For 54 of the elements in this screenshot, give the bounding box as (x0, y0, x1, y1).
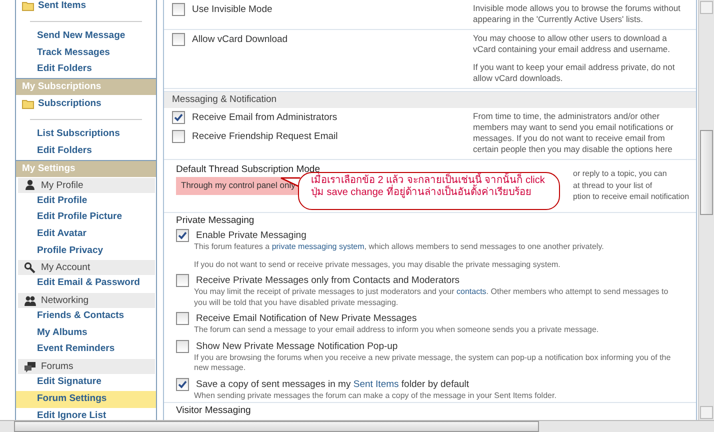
option-label: Allow vCard Download (192, 33, 288, 46)
option-description: ption to receive email notification (573, 191, 690, 202)
sidebar-item[interactable]: Forum Settings (16, 390, 156, 408)
checkbox[interactable] (176, 312, 189, 325)
folder-icon (22, 1, 34, 11)
sidebar-header: My Subscriptions (16, 78, 156, 96)
option-label: Enable Private Messaging (196, 229, 306, 242)
person-icon (24, 179, 36, 192)
option-description: If you want to keep your email address private, do not allow vCard downloads. (473, 62, 676, 84)
checkbox[interactable] (172, 130, 185, 143)
option-description: The forum can send a message to your email address to inform you when someone sends you a private message. (194, 325, 600, 336)
option-label: Use Invisible Mode (192, 3, 272, 16)
option-description: You may limit the receipt of private messages to just moderators and your contacts. Other members who attempt to send messages to you will be told that you have disabled private messaging. (194, 287, 670, 308)
fieldset-legend: Visitor Messaging (176, 404, 251, 417)
link[interactable]: private messaging system (272, 242, 364, 251)
option-description: When sending private messages the forum can make a copy of the message in your Sent Items folder. (194, 390, 558, 401)
chat-icon (24, 360, 36, 373)
option-description: or reply to a topic, you can (573, 168, 668, 180)
sidebar-item[interactable]: Sent Items (38, 0, 86, 12)
horizontal-scrollbar[interactable] (0, 420, 714, 432)
option-description: You may choose to allow other users to download a vCard containing your email address and username. (473, 33, 672, 55)
option-description: If you do not want to send or receive private messages, you may disable the private messaging system. (194, 260, 562, 270)
magnifier-icon (24, 262, 36, 274)
people-icon (24, 294, 36, 307)
checkbox[interactable] (176, 274, 189, 287)
option-label: Show New Private Message Notification Pop-up (196, 340, 398, 352)
option-label: Receive Private Messages only from Contacts and Moderators (196, 274, 460, 287)
checkbox[interactable] (176, 229, 189, 242)
section-header: Messaging & Notification (164, 91, 696, 108)
folder-icon (22, 99, 34, 110)
checkbox[interactable] (176, 340, 189, 352)
link[interactable]: contacts (456, 287, 486, 296)
sidebar-group-label: Forums (41, 360, 74, 374)
option-description: This forum features a private messaging system, which allows members to send messages to one another privately. (194, 242, 605, 252)
sidebar-group-label: My Account (41, 261, 90, 276)
checkbox[interactable] (172, 111, 185, 124)
link[interactable]: Sent Items (353, 378, 399, 390)
sidebar-header: My Settings (16, 160, 156, 177)
sidebar-item[interactable]: Subscriptions (38, 98, 102, 110)
checkbox[interactable] (172, 3, 185, 16)
option-label: Receive Email Notification of New Private Messages (196, 312, 417, 325)
option-label: Save a copy of sent messages in my Sent Items folder by default (196, 378, 470, 390)
option-description: at thread to your list of (573, 180, 654, 191)
checkbox[interactable] (176, 378, 189, 390)
vertical-scrollbar[interactable] (698, 0, 714, 420)
option-description: If you are browsing the forums when you receive a new private message, the system can pop-up a notification box informing you of the new message. (194, 352, 672, 374)
option-description: Invisible mode allows you to browse the forums without appearing in the 'Currently Active Users' lists. (473, 3, 682, 25)
option-description: From time to time, the administrators and/or other members may want to send you email notifications or messages. If you do not want to receive email from certain people then you may disable the options here (473, 111, 674, 155)
sidebar-group-label: My Profile (41, 178, 84, 193)
sidebar-group-label: Networking (41, 294, 89, 308)
option-label: Receive Email from Administrators (192, 111, 338, 124)
option-label: Receive Friendship Request Email (192, 130, 338, 143)
checkbox[interactable] (172, 33, 185, 46)
fieldset-legend: Private Messaging (176, 214, 254, 227)
